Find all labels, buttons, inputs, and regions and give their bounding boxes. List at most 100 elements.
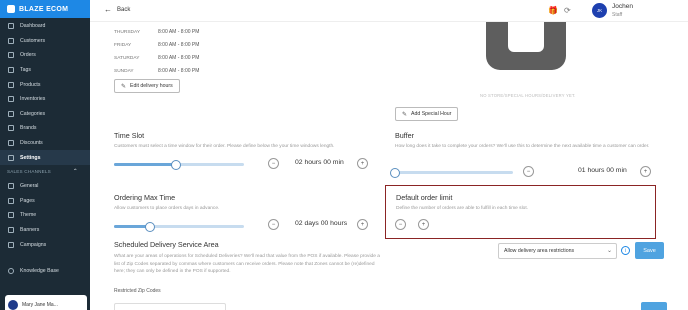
pencil-icon: ✎ [402,111,408,118]
sidebar-item-label: General [20,183,39,190]
time-slot-title: Time Slot [114,131,145,140]
sidebar-item-label: Knowledge Base [20,268,59,275]
order-limit-decrement-button[interactable]: − [395,219,406,230]
user-name: Jochen [612,3,633,10]
sidebar-item-tags[interactable]: Tags [0,63,90,78]
add-special-hour-button[interactable]: ✎ Add Special Hour [395,107,459,121]
sidebar-item-categories[interactable]: Categories [0,107,90,122]
hours-time: 8:00 AM - 8:00 PM [158,42,200,48]
hours-time: 8:00 AM - 8:00 PM [158,29,200,35]
buffer-slider[interactable] [390,167,513,178]
scheduled-area-desc: What are your areas of operations for Sc… [114,254,380,274]
delivery-restriction-select[interactable]: Allow delivery area restrictions ⌄ [498,243,617,259]
sidebar-item-label: Categories [20,110,46,117]
sidebar-item-settings[interactable]: Settings [0,150,90,165]
back-button[interactable]: ← Back [104,6,131,14]
sidebar-item-theme[interactable]: Theme [0,208,90,223]
user-card[interactable]: Mary Jane Ma... [5,295,87,310]
user-role: Staff [612,12,623,18]
time-slot-value: 02 hours 00 min [295,159,344,166]
sidebar-item-dashboard[interactable]: Dashboard [0,19,90,34]
slider-handle[interactable] [171,159,182,170]
brand-logo[interactable]: BLAZE ECOM [0,0,90,18]
default-order-limit-title: Default order limit [396,193,453,202]
time-slot-increment-button[interactable]: + [357,158,368,169]
save-button[interactable]: Save [635,242,664,259]
general-icon [8,183,14,190]
hours-time: 8:00 AM - 8:00 PM [158,55,200,61]
box-icon [8,81,14,88]
sidebar-item-brands[interactable]: Brands [0,121,90,136]
campaign-icon [8,241,14,248]
gear-icon [8,154,14,161]
sidebar-item-label: Inventories [20,96,46,103]
gift-icon[interactable]: 🎁 [548,6,558,15]
brand-icon [7,5,15,13]
sidebar-item-pages[interactable]: Pages [0,194,90,209]
slider-handle[interactable] [390,167,400,178]
ordering-max-time-increment-button[interactable]: + [357,219,368,230]
chevron-up-icon: ⌃ [72,169,78,176]
sidebar-item-products[interactable]: Products [0,77,90,92]
edit-delivery-hours-button[interactable]: ✎ Edit delivery hours [114,79,180,93]
sidebar-item-campaigns[interactable]: Campaigns [0,237,90,252]
empty-state-text: NO STORE/SPECIAL HOURS/DELIVERY YET. [480,93,576,98]
help-icon [8,268,14,275]
user-card-name: Mary Jane Ma... [22,302,58,308]
sidebar-item-knowledge-base[interactable]: Knowledge Base [0,264,90,279]
time-slot-decrement-button[interactable]: − [268,158,279,169]
pencil-icon: ✎ [121,83,127,90]
sidebar-item-banners[interactable]: Banners [0,223,90,238]
theme-icon [8,212,14,219]
sidebar-item-label: Products [20,81,41,88]
select-value: Allow delivery area restrictions [504,248,575,254]
sales-channels-header[interactable]: SALES CHANNELS ⌃ [0,165,90,179]
time-slot-desc: Customers must select a time window for … [114,144,335,149]
info-icon[interactable]: i [621,246,630,255]
buffer-decrement-button[interactable]: − [523,166,534,177]
restricted-zip-codes-input[interactable] [114,303,226,310]
inventory-icon [8,96,14,103]
sidebar-item-label: Theme [20,212,37,219]
refresh-icon[interactable]: ⟳ [564,6,571,15]
sidebar-item-label: Campaigns [20,241,47,248]
buffer-increment-button[interactable]: + [640,166,651,177]
sidebar-item-general[interactable]: General [0,179,90,194]
sidebar-item-label: Discounts [20,140,43,147]
sidebar-item-label: Brands [20,125,37,132]
sidebar-item-label: Pages [20,197,35,204]
sidebar-item-customers[interactable]: Customers [0,34,90,49]
button-label: Edit delivery hours [130,83,173,89]
cart-icon [8,52,14,59]
buffer-title: Buffer [395,131,415,140]
time-slot-slider[interactable] [114,159,244,170]
top-bar: ← Back 🎁 ⟳ JK Jochen Staff [90,0,688,22]
tag-icon [8,67,14,74]
ordering-max-time-slider[interactable] [114,221,244,232]
scheduled-area-title: Scheduled Delivery Service Area [114,240,219,249]
avatar [8,300,18,310]
app-root: BLAZE ECOM Dashboard Customers Orders Ta… [0,0,688,310]
default-order-limit-desc: Define the number of orders are able to … [396,206,528,211]
hours-day: SATURDAY [114,56,140,61]
sidebar-item-label: Orders [20,52,36,59]
back-label: Back [117,7,131,13]
brand-icon [8,125,14,132]
chevron-down-icon: ⌄ [606,248,612,254]
buffer-desc: How long does it take to complete your o… [395,144,650,149]
user-avatar[interactable]: JK [592,3,607,18]
ordering-max-time-decrement-button[interactable]: − [268,219,279,230]
sidebar-item-discounts[interactable]: Discounts [0,136,90,151]
users-icon [8,37,14,44]
categories-icon [8,110,14,117]
sidebar-item-label: Dashboard [20,23,46,30]
save-button-secondary[interactable] [641,302,667,310]
ordering-max-time-title: Ordering Max Time [114,193,176,202]
sidebar-item-label: Tags [20,67,31,74]
slider-handle[interactable] [145,221,156,232]
sidebar-item-orders[interactable]: Orders [0,48,90,63]
pages-icon [8,197,14,204]
sidebar-item-inventories[interactable]: Inventories [0,92,90,107]
order-limit-increment-button[interactable]: + [418,219,429,230]
sidebar-item-label: Banners [20,227,40,234]
